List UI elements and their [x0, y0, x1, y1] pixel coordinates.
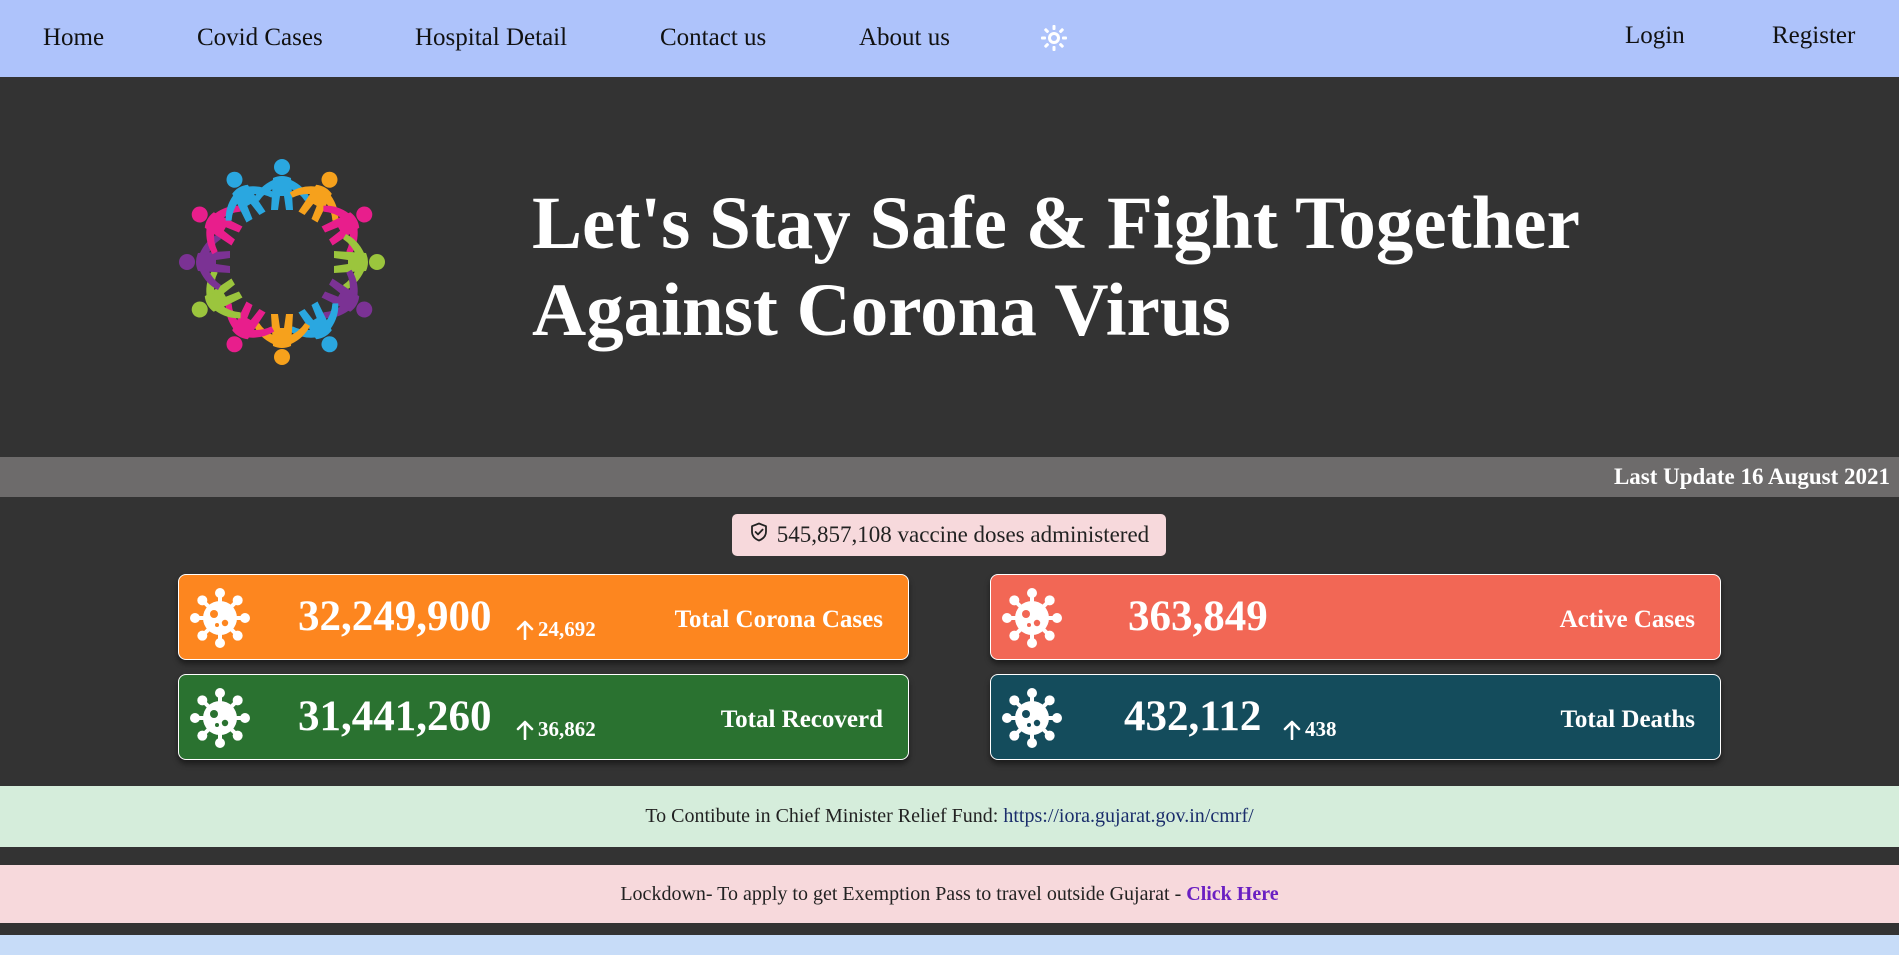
hero-title: Let's Stay Safe & Fight Together Against… [532, 180, 1580, 354]
arrow-up-icon [516, 620, 534, 640]
stat-card-active-cases: 363,849 Active Cases [990, 574, 1721, 660]
hero-title-line1: Let's Stay Safe & Fight Together [532, 182, 1580, 265]
nav-register[interactable]: Register [1772, 22, 1855, 50]
top-navbar: Home Covid Cases Hospital Detail Contact… [0, 0, 1899, 77]
people-circle-logo [172, 152, 392, 372]
sun-icon[interactable] [1040, 24, 1068, 52]
lockdown-banner: Lockdown- To apply to get Exemption Pass… [0, 865, 1899, 923]
stat-value: 31,441,260 [298, 693, 492, 740]
click-here-link[interactable]: Click Here [1186, 883, 1278, 906]
stat-delta: 24,692 [516, 617, 596, 642]
stat-value: 432,112 [1124, 693, 1262, 740]
stat-label: Total Recoverd [720, 706, 883, 733]
stat-delta-value: 24,692 [538, 617, 596, 641]
last-update-text: Last Update 16 August 2021 [1613, 464, 1890, 489]
relief-fund-link[interactable]: https://iora.gujarat.gov.in/cmrf/ [1003, 805, 1253, 828]
nav-covid-cases[interactable]: Covid Cases [197, 24, 323, 52]
stat-delta-value: 438 [1305, 717, 1337, 741]
nav-home[interactable]: Home [43, 24, 104, 52]
stat-label: Total Deaths [1560, 706, 1695, 733]
virus-icon [1001, 587, 1063, 649]
nav-hospital-detail[interactable]: Hospital Detail [415, 24, 567, 52]
nav-about-us[interactable]: About us [859, 24, 950, 52]
nav-contact-us[interactable]: Contact us [660, 24, 766, 52]
stat-value: 363,849 [1128, 593, 1268, 640]
last-update-bar: Last Update 16 August 2021 [0, 457, 1899, 497]
arrow-up-icon [1283, 720, 1301, 740]
arrow-up-icon [516, 720, 534, 740]
stat-label: Total Corona Cases [674, 606, 883, 633]
stat-card-total-deaths: 432,112 438 Total Deaths [990, 674, 1721, 760]
vaccine-badge: 545,857,108 vaccine doses administered [732, 514, 1166, 556]
stat-delta-value: 36,862 [538, 717, 596, 741]
stat-value: 32,249,900 [298, 593, 492, 640]
hero-title-line2: Against Corona Virus [532, 269, 1231, 352]
virus-icon [189, 587, 251, 649]
stat-card-total-recovered: 31,441,260 36,862 Total Recoverd [178, 674, 909, 760]
lockdown-text: Lockdown- To apply to get Exemption Pass… [620, 882, 1182, 905]
stat-delta: 36,862 [516, 717, 596, 742]
nav-login[interactable]: Login [1625, 22, 1685, 50]
virus-icon [1001, 687, 1063, 749]
relief-fund-banner: To Contibute in Chief Minister Relief Fu… [0, 786, 1899, 847]
virus-icon [189, 687, 251, 749]
next-banner-edge [0, 935, 1899, 955]
vaccine-text: 545,857,108 vaccine doses administered [776, 522, 1150, 547]
stat-label: Active Cases [1559, 606, 1695, 633]
shield-check-icon [749, 522, 769, 548]
stat-card-total-cases: 32,249,900 24,692 Total Corona Cases [178, 574, 909, 660]
relief-fund-text: To Contibute in Chief Minister Relief Fu… [645, 805, 999, 827]
stat-delta: 438 [1283, 717, 1337, 742]
